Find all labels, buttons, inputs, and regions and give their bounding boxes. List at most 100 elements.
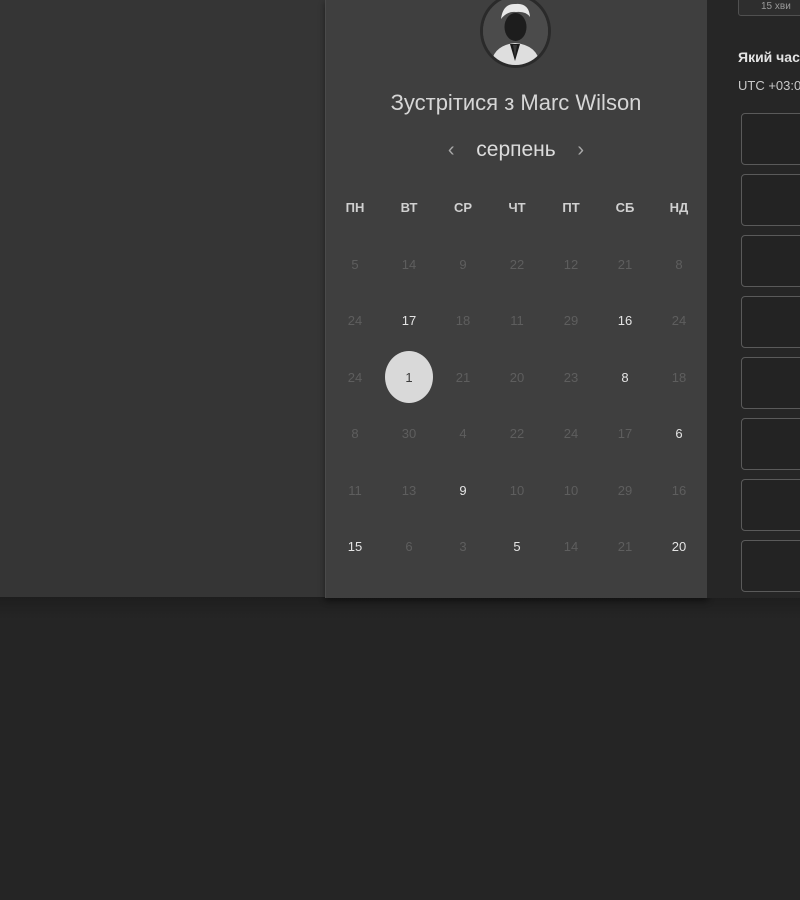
available-day[interactable]: 8 bbox=[598, 349, 652, 406]
selected-day[interactable]: 1 bbox=[382, 349, 436, 406]
time-slot-button[interactable] bbox=[741, 113, 800, 165]
day-number: 14 bbox=[563, 539, 579, 555]
unavailable-day: 4 bbox=[436, 406, 490, 463]
panel-shadow bbox=[0, 597, 800, 619]
unavailable-day: 30 bbox=[382, 406, 436, 463]
time-slot-button[interactable] bbox=[741, 418, 800, 470]
day-number: 22 bbox=[509, 256, 525, 272]
unavailable-day: 20 bbox=[490, 349, 544, 406]
weekday-label: ПТ bbox=[562, 200, 580, 215]
unavailable-day: 16 bbox=[652, 462, 706, 519]
day-number: 9 bbox=[459, 482, 467, 498]
time-question: Який час bbox=[738, 49, 800, 65]
time-slot-button[interactable] bbox=[741, 235, 800, 287]
unavailable-day: 5 bbox=[328, 236, 382, 293]
day-number: 20 bbox=[671, 539, 687, 555]
timezone-label[interactable]: UTC +03:0 bbox=[738, 78, 800, 93]
day-number: 14 bbox=[401, 256, 417, 272]
unavailable-day: 21 bbox=[436, 349, 490, 406]
weekday-label: ПН bbox=[345, 200, 365, 215]
day-number: 16 bbox=[617, 313, 633, 329]
available-day[interactable]: 16 bbox=[598, 293, 652, 350]
unavailable-day: 11 bbox=[328, 462, 382, 519]
unavailable-day: 22 bbox=[490, 236, 544, 293]
day-number: 1 bbox=[385, 351, 433, 404]
day-number: 12 bbox=[563, 256, 579, 272]
avatar-portrait-icon bbox=[483, 0, 548, 65]
day-number: 23 bbox=[563, 369, 579, 385]
day-number: 3 bbox=[459, 539, 467, 555]
unavailable-day: 13 bbox=[382, 462, 436, 519]
day-number: 29 bbox=[563, 313, 579, 329]
unavailable-day: 8 bbox=[652, 236, 706, 293]
time-slot-button[interactable] bbox=[741, 479, 800, 531]
day-number: 13 bbox=[401, 482, 417, 498]
unavailable-day: 18 bbox=[652, 349, 706, 406]
unavailable-day: 24 bbox=[328, 293, 382, 350]
available-day[interactable]: 15 bbox=[328, 519, 382, 576]
day-number: 16 bbox=[671, 482, 687, 498]
weekday-header: ПН ВТ СР ЧТ ПТ СБ НД bbox=[328, 200, 706, 215]
weekday-label: СР bbox=[453, 200, 473, 215]
day-number: 11 bbox=[510, 313, 524, 329]
unavailable-day: 29 bbox=[598, 462, 652, 519]
available-day[interactable]: 5 bbox=[490, 519, 544, 576]
available-day[interactable]: 6 bbox=[652, 406, 706, 463]
unavailable-day: 12 bbox=[544, 236, 598, 293]
unavailable-day: 14 bbox=[544, 519, 598, 576]
day-number: 5 bbox=[351, 256, 359, 272]
unavailable-day: 29 bbox=[544, 293, 598, 350]
duration-chip[interactable]: 15 хви bbox=[738, 0, 800, 16]
time-slot-button[interactable] bbox=[741, 174, 800, 226]
chevron-left-icon[interactable]: ‹ bbox=[442, 139, 460, 162]
unavailable-day: 10 bbox=[490, 462, 544, 519]
unavailable-day: 24 bbox=[652, 293, 706, 350]
day-number: 17 bbox=[401, 313, 417, 329]
day-number: 8 bbox=[351, 426, 359, 442]
unavailable-day: 24 bbox=[544, 406, 598, 463]
time-slot-button[interactable] bbox=[741, 296, 800, 348]
unavailable-day: 21 bbox=[598, 236, 652, 293]
day-number: 8 bbox=[675, 256, 683, 272]
unavailable-day: 21 bbox=[598, 519, 652, 576]
day-number: 10 bbox=[509, 482, 525, 498]
day-number: 29 bbox=[617, 482, 633, 498]
day-number: 15 bbox=[347, 539, 363, 555]
available-day[interactable]: 9 bbox=[436, 462, 490, 519]
unavailable-day: 14 bbox=[382, 236, 436, 293]
chevron-right-icon[interactable]: › bbox=[572, 139, 590, 162]
month-navigation: ‹ серпень › bbox=[325, 138, 707, 162]
unavailable-day: 17 bbox=[598, 406, 652, 463]
unavailable-day: 18 bbox=[436, 293, 490, 350]
unavailable-day: 23 bbox=[544, 349, 598, 406]
unavailable-day: 9 bbox=[436, 236, 490, 293]
unavailable-day: 22 bbox=[490, 406, 544, 463]
day-number: 6 bbox=[405, 539, 413, 555]
weekday-label: ЧТ bbox=[508, 200, 526, 215]
day-number: 6 bbox=[675, 426, 683, 442]
available-day[interactable]: 20 bbox=[652, 519, 706, 576]
day-number: 24 bbox=[347, 313, 363, 329]
day-number: 17 bbox=[617, 426, 633, 442]
calendar-days-grid: 5 14 9 22 12 21 8 24 17 18 11 29 16 24 24 1 21 20 23 8 18 8 30… bbox=[328, 236, 706, 575]
day-number: 4 bbox=[459, 426, 467, 442]
available-day[interactable]: 17 bbox=[382, 293, 436, 350]
day-number: 18 bbox=[671, 369, 687, 385]
time-slot-button[interactable] bbox=[741, 540, 800, 592]
unavailable-day: 8 bbox=[328, 406, 382, 463]
unavailable-day: 11 bbox=[490, 293, 544, 350]
day-number: 18 bbox=[455, 313, 471, 329]
unavailable-day: 10 bbox=[544, 462, 598, 519]
day-number: 11 bbox=[348, 482, 362, 498]
weekday-label: НД bbox=[669, 200, 689, 215]
time-slot-button[interactable] bbox=[741, 357, 800, 409]
unavailable-day: 24 bbox=[328, 349, 382, 406]
weekday-label: ВТ bbox=[400, 200, 418, 215]
day-number: 21 bbox=[455, 369, 471, 385]
day-number: 22 bbox=[509, 426, 525, 442]
day-number: 5 bbox=[513, 539, 521, 555]
day-number: 24 bbox=[563, 426, 579, 442]
day-number: 20 bbox=[509, 369, 525, 385]
day-number: 30 bbox=[401, 426, 417, 442]
time-selection-panel: 15 хви Який час UTC +03:0 bbox=[707, 0, 800, 598]
